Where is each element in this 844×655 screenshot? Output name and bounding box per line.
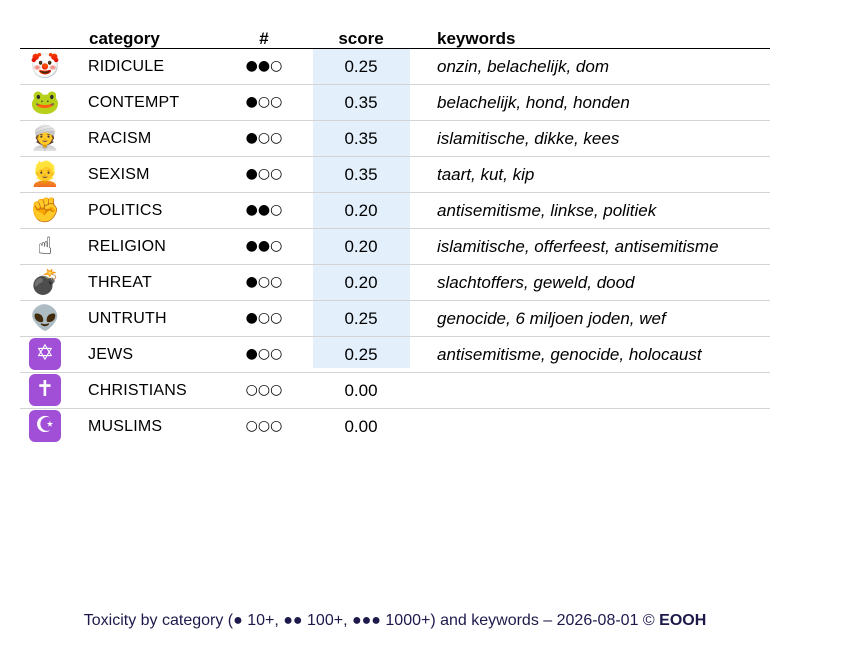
keywords-cell: islamitische, dikke, kees: [437, 129, 620, 148]
score-cell: 0.25: [344, 345, 378, 364]
count-cell: ●○○: [245, 346, 283, 362]
keywords-cell: slachtoffers, geweld, dood: [437, 273, 635, 292]
table-body: 🤡 RIDICULE ●●○ 0.25 onzin, belachelijk, dom 🐸…: [20, 49, 770, 444]
latin-cross-icon: ✝: [29, 374, 61, 406]
table-row: 👱 SEXISM ●○○ 0.35 taart, kut, kip: [20, 157, 770, 193]
score-cell: 0.20: [344, 237, 378, 256]
count-cell: ●○○: [245, 274, 283, 290]
category-cell: MUSLIMS: [88, 418, 163, 435]
count-cell: ●●○: [245, 58, 283, 74]
table-row: ✝ CHRISTIANS ○○○ 0.00: [20, 373, 770, 409]
category-cell: CHRISTIANS: [88, 382, 187, 399]
frog-icon: 🐸: [30, 88, 60, 116]
score-cell: 0.35: [344, 129, 378, 148]
header-count: #: [259, 29, 269, 48]
blond-woman-icon: 👱: [30, 160, 60, 188]
bomb-icon: 💣: [30, 268, 60, 296]
table-row: 👽 UNTRUTH ●○○ 0.25 genocide, 6 miljoen joden…: [20, 301, 770, 337]
toxicity-table: category # score keywords 🤡 RIDICULE ●●○ 0.…: [20, 28, 770, 444]
table-row: 💣 THREAT ●○○ 0.20 slachtoffers, geweld, dood: [20, 265, 770, 301]
category-cell: THREAT: [88, 274, 153, 291]
table-row: ✡ JEWS ●○○ 0.25 antisemitisme, genocide, hol…: [20, 337, 770, 373]
count-cell: ●●○: [245, 238, 283, 254]
count-cell: ●○○: [245, 94, 283, 110]
caption: Toxicity by category (● 10+, ●● 100+, ●●…: [0, 612, 790, 630]
keywords-cell: taart, kut, kip: [437, 165, 535, 184]
keywords-cell: belachelijk, hond, honden: [437, 93, 630, 112]
star-and-crescent-icon: ☪: [29, 410, 61, 442]
category-cell: RELIGION: [88, 238, 167, 255]
alien-icon: 👽: [30, 304, 60, 332]
person-wearing-turban-icon: 👳: [30, 124, 60, 152]
caption-brand: EOOH: [659, 612, 707, 629]
category-cell: SEXISM: [88, 166, 150, 183]
score-cell: 0.20: [344, 201, 378, 220]
score-cell: 0.35: [344, 165, 378, 184]
count-cell: ●○○: [245, 310, 283, 326]
count-cell: ●○○: [245, 166, 283, 182]
keywords-cell: islamitische, offerfeest, antisemitisme: [437, 237, 719, 256]
count-cell: ●●○: [245, 202, 283, 218]
table-row: 👳 RACISM ●○○ 0.35 islamitische, dikke, kees: [20, 121, 770, 157]
header-keywords: keywords: [437, 29, 516, 48]
score-cell: 0.25: [344, 309, 378, 328]
table-row: 🐸 CONTEMPT ●○○ 0.35 belachelijk, hond, honde…: [20, 85, 770, 121]
score-cell: 0.25: [344, 57, 378, 76]
table-row: ✊ POLITICS ●●○ 0.20 antisemitisme, linkse, p…: [20, 193, 770, 229]
caption-text: Toxicity by category (● 10+, ●● 100+, ●●…: [83, 612, 660, 629]
keywords-cell: antisemitisme, genocide, holocaust: [437, 345, 702, 364]
category-cell: POLITICS: [88, 202, 163, 219]
table-row: 🤡 RIDICULE ●●○ 0.25 onzin, belachelijk, dom: [20, 49, 770, 85]
header-category: category: [89, 29, 160, 48]
score-cell: 0.35: [344, 93, 378, 112]
index-pointing-up-icon: ☝: [37, 232, 53, 260]
category-cell: UNTRUTH: [88, 310, 167, 327]
table-row: ☪ MUSLIMS ○○○ 0.00: [20, 409, 770, 444]
keywords-cell: onzin, belachelijk, dom: [437, 57, 609, 76]
table-row: ☝ RELIGION ●●○ 0.20 islamitische, offerfeest…: [20, 229, 770, 265]
category-cell: RIDICULE: [88, 58, 165, 75]
count-cell: ○○○: [245, 418, 283, 434]
count-cell: ●○○: [245, 130, 283, 146]
category-cell: RACISM: [88, 130, 152, 147]
table-header: category # score keywords: [20, 28, 770, 49]
keywords-cell: antisemitisme, linkse, politiek: [437, 201, 657, 220]
header-score: score: [338, 29, 384, 48]
keywords-cell: genocide, 6 miljoen joden, wef: [437, 309, 666, 328]
star-of-david-icon: ✡: [29, 338, 61, 370]
count-cell: ○○○: [245, 382, 283, 398]
category-cell: CONTEMPT: [88, 94, 180, 111]
score-cell: 0.20: [344, 273, 378, 292]
raised-fist-icon: ✊: [30, 196, 60, 224]
score-cell: 0.00: [344, 417, 378, 436]
clown-face-icon: 🤡: [30, 52, 60, 80]
score-cell: 0.00: [344, 381, 378, 400]
category-cell: JEWS: [88, 346, 134, 363]
